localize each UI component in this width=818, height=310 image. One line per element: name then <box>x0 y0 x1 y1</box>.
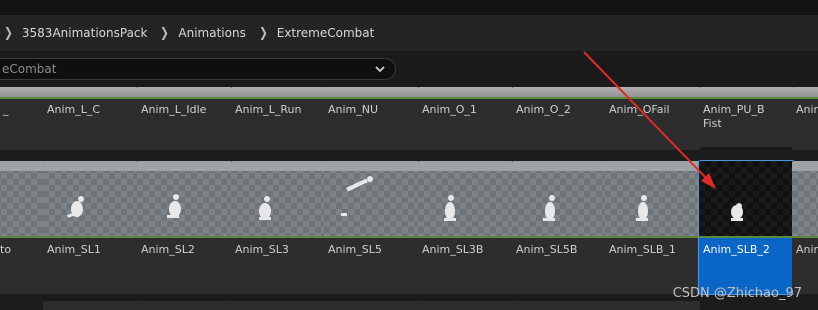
asset-tile[interactable]: Anim_SL3 <box>231 161 326 294</box>
asset-thumbnail <box>231 161 326 238</box>
breadcrumb-item-extremecombat[interactable]: ExtremeCombat <box>277 26 375 40</box>
asset-thumbnail <box>699 161 794 238</box>
asset-tile[interactable]: Anim_L_C <box>43 87 138 150</box>
folder-search-box[interactable] <box>0 58 396 80</box>
divider <box>418 97 513 99</box>
asset-tile[interactable]: Anim <box>792 161 818 294</box>
asset-tile[interactable]: Anim_SL5B <box>512 161 607 294</box>
asset-tile[interactable]: Anim_O_1 <box>418 87 513 150</box>
asset-tile[interactable]: Anim_SL1 <box>43 161 138 294</box>
divider <box>512 236 607 238</box>
divider <box>0 236 48 238</box>
asset-tile[interactable] <box>43 301 138 310</box>
divider <box>231 236 326 238</box>
asset-thumbnail <box>605 161 700 238</box>
asset-label: Anim_SL1 <box>47 243 101 256</box>
asset-tile-selected[interactable]: Anim_SLB_2 <box>699 161 794 294</box>
divider <box>43 236 138 238</box>
divider <box>792 97 818 99</box>
asset-label: _ <box>3 103 9 116</box>
asset-thumbnail <box>43 161 138 238</box>
asset-label: Anim_SL2 <box>141 243 195 256</box>
asset-label: Anim_SL3B <box>422 243 484 256</box>
top-strip <box>0 0 818 15</box>
divider <box>231 97 326 99</box>
asset-tile[interactable]: to <box>0 161 48 294</box>
asset-label: Anim <box>796 103 818 116</box>
asset-tile[interactable]: Anim_SL3B <box>418 161 513 294</box>
divider <box>605 236 700 238</box>
asset-tile[interactable]: Anim_SL2 <box>137 161 232 294</box>
asset-thumbnail <box>324 161 419 238</box>
filter-row <box>0 51 818 87</box>
asset-tile[interactable] <box>324 301 419 310</box>
asset-thumbnail <box>512 161 607 238</box>
asset-label: Anim_SL5 <box>328 243 382 256</box>
watermark: CSDN @Zhichao_97 <box>672 286 802 301</box>
asset-label: Anim <box>796 243 818 256</box>
asset-label: Anim_L_C <box>47 103 101 116</box>
asset-tile[interactable] <box>512 301 607 310</box>
asset-label: Anim_SLB_1 <box>609 243 676 256</box>
asset-tile[interactable]: _ <box>0 87 48 150</box>
asset-label: Anim_L_Idle <box>141 103 207 116</box>
asset-thumbnail <box>792 161 818 238</box>
chevron-right-icon: ❯ <box>4 25 13 41</box>
divider <box>43 97 138 99</box>
asset-thumbnail <box>418 161 513 238</box>
asset-label: to <box>0 243 12 256</box>
asset-tile[interactable]: Anim <box>792 87 818 150</box>
divider <box>0 97 48 99</box>
chevron-right-icon: ❯ <box>160 25 170 41</box>
asset-tile[interactable]: Anim_L_Run <box>231 87 326 150</box>
divider <box>605 97 700 99</box>
divider <box>324 97 419 99</box>
asset-tile[interactable] <box>418 301 513 310</box>
asset-tile[interactable]: Anim_PU_B Fist <box>699 87 794 147</box>
breadcrumb: ❯ 3583AnimationsPack ❯ Animations ❯ Extr… <box>0 15 818 51</box>
asset-label: Anim_O_1 <box>422 103 477 116</box>
asset-label: Anim_OFail <box>609 103 670 116</box>
asset-tile[interactable]: Anim_NU <box>324 87 419 150</box>
asset-tile[interactable]: Anim_L_Idle <box>137 87 232 150</box>
breadcrumb-item-pack[interactable]: 3583AnimationsPack <box>22 26 148 40</box>
divider <box>699 97 794 99</box>
divider <box>137 97 232 99</box>
asset-label: Anim_SL3 <box>235 243 289 256</box>
divider <box>324 236 419 238</box>
divider <box>512 97 607 99</box>
search-input[interactable] <box>0 61 364 77</box>
asset-tile[interactable]: Anim_SLB_1 <box>605 161 700 294</box>
asset-label: Anim_SL5B <box>516 243 578 256</box>
asset-label: Anim_L_Run <box>235 103 302 116</box>
asset-label: Anim_NU <box>328 103 379 116</box>
divider <box>418 236 513 238</box>
asset-grid: _ Anim_L_C Anim_L_Idle Anim_L_Run Anim_N… <box>0 87 818 310</box>
asset-label: Anim_O_2 <box>516 103 571 116</box>
asset-thumbnail <box>0 161 48 238</box>
divider <box>699 236 794 238</box>
asset-label: Anim_SLB_2 <box>703 243 770 256</box>
divider <box>137 236 232 238</box>
asset-thumbnail <box>137 161 232 238</box>
chevron-down-icon[interactable] <box>373 62 387 76</box>
asset-tile[interactable] <box>137 301 232 310</box>
asset-label: Anim_PU_B Fist <box>703 103 765 130</box>
divider <box>792 236 818 238</box>
asset-tile[interactable] <box>231 301 326 310</box>
breadcrumb-item-animations[interactable]: Animations <box>178 26 245 40</box>
chevron-right-icon: ❯ <box>258 25 268 41</box>
asset-tile[interactable] <box>605 301 700 310</box>
asset-tile[interactable]: Anim_SL5 <box>324 161 419 294</box>
asset-tile[interactable]: Anim_OFail <box>605 87 700 150</box>
asset-tile[interactable]: Anim_O_2 <box>512 87 607 150</box>
